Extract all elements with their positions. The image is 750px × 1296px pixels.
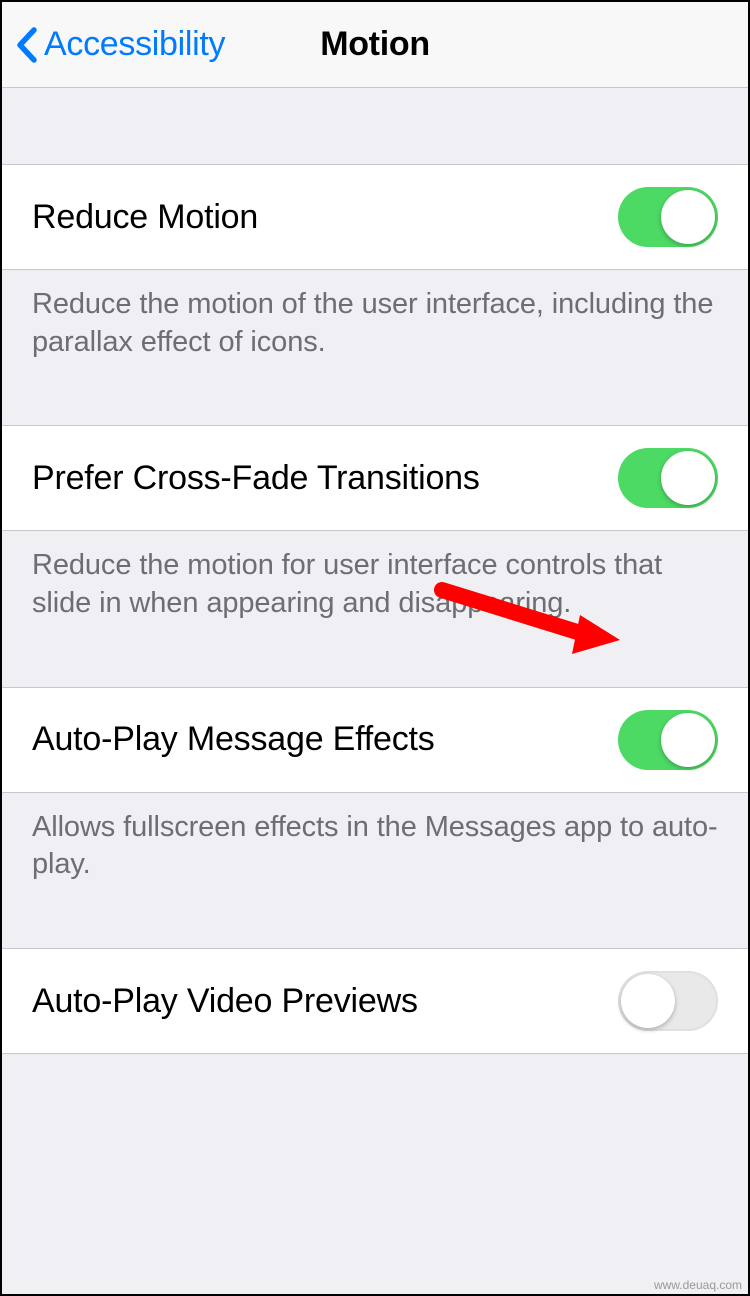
toggle-knob xyxy=(661,451,715,505)
navigation-header: Accessibility Motion xyxy=(2,2,748,88)
setting-row-autoplay-video: Auto-Play Video Previews xyxy=(2,948,748,1054)
back-label: Accessibility xyxy=(44,25,225,64)
setting-row-reduce-motion: Reduce Motion xyxy=(2,164,748,270)
cross-fade-toggle[interactable] xyxy=(618,448,718,508)
section-spacer xyxy=(2,912,748,948)
setting-label: Prefer Cross-Fade Transitions xyxy=(32,459,480,498)
section-spacer xyxy=(2,88,748,164)
setting-description: Allows fullscreen effects in the Message… xyxy=(2,793,748,912)
back-button[interactable]: Accessibility xyxy=(2,2,225,87)
watermark: www.deuaq.com xyxy=(654,1278,742,1292)
reduce-motion-toggle[interactable] xyxy=(618,187,718,247)
autoplay-message-effects-toggle[interactable] xyxy=(618,710,718,770)
autoplay-video-previews-toggle[interactable] xyxy=(618,971,718,1031)
setting-label: Reduce Motion xyxy=(32,198,258,237)
toggle-knob xyxy=(661,190,715,244)
setting-label: Auto-Play Message Effects xyxy=(32,720,435,759)
setting-row-autoplay-message: Auto-Play Message Effects xyxy=(2,687,748,793)
setting-label: Auto-Play Video Previews xyxy=(32,982,418,1021)
page-title: Motion xyxy=(320,25,430,64)
toggle-knob xyxy=(661,713,715,767)
section-spacer xyxy=(2,651,748,687)
section-spacer xyxy=(2,389,748,425)
toggle-knob xyxy=(621,974,675,1028)
setting-description: Reduce the motion of the user interface,… xyxy=(2,270,748,389)
setting-row-cross-fade: Prefer Cross-Fade Transitions xyxy=(2,425,748,531)
chevron-left-icon xyxy=(16,27,38,63)
setting-description: Reduce the motion for user interface con… xyxy=(2,531,748,650)
